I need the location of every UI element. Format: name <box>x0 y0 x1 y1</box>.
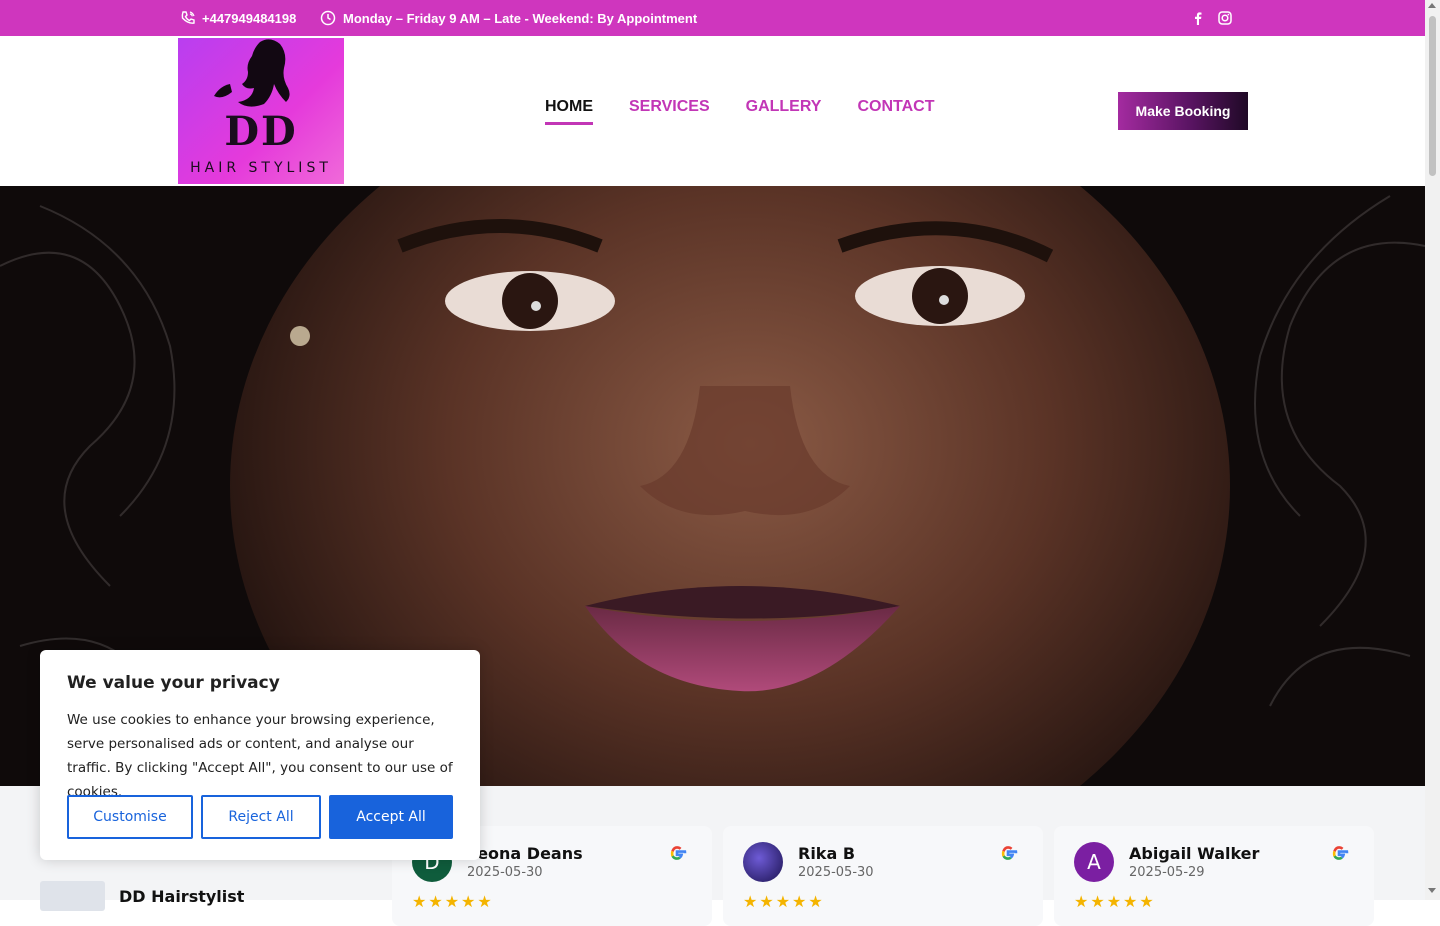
review-date: 2025-05-29 <box>1129 865 1205 880</box>
rating-stars: ★★★★★ <box>743 894 825 911</box>
silhouette-icon <box>214 39 290 107</box>
business-thumbnail <box>40 881 105 911</box>
reviewer-name: Leona Deans <box>467 844 583 863</box>
page-scrollbar[interactable] <box>1425 0 1440 900</box>
review-card: A Abigail Walker 2025-05-29 ★★★★★ <box>1054 826 1374 926</box>
phone-number[interactable]: +447949484198 <box>202 11 296 26</box>
customise-button[interactable]: Customise <box>67 795 193 839</box>
nav-gallery[interactable]: GALLERY <box>746 98 822 125</box>
avatar <box>743 842 783 882</box>
nav-home[interactable]: HOME <box>545 98 593 125</box>
instagram-icon[interactable] <box>1218 11 1232 25</box>
logo-letters: DD <box>224 108 298 155</box>
review-card: Rika B 2025-05-30 ★★★★★ <box>723 826 1043 926</box>
rating-stars: ★★★★★ <box>1074 894 1156 911</box>
cookie-body: We use cookies to enhance your browsing … <box>67 712 453 800</box>
top-bar: +447949484198 Monday – Friday 9 AM – Lat… <box>0 0 1425 36</box>
facebook-icon[interactable] <box>1192 11 1204 25</box>
rating-stars: ★★★★★ <box>412 894 494 911</box>
phone-icon <box>180 10 196 26</box>
cookie-title: We value your privacy <box>67 673 280 693</box>
reject-all-button[interactable]: Reject All <box>201 795 321 839</box>
clock-icon <box>320 10 336 26</box>
nav-services[interactable]: SERVICES <box>629 98 710 125</box>
google-icon <box>667 843 687 868</box>
review-date: 2025-05-30 <box>467 865 543 880</box>
opening-hours: Monday – Friday 9 AM – Late - Weekend: B… <box>320 0 697 36</box>
google-icon <box>1329 843 1349 868</box>
logo-subtitle: HAIR STYLIST <box>190 160 332 176</box>
avatar: A <box>1074 842 1114 882</box>
social-links <box>1192 0 1232 36</box>
google-icon <box>998 843 1018 868</box>
reviewer-name: Rika B <box>798 844 856 863</box>
scroll-up-icon[interactable] <box>1428 3 1436 8</box>
business-summary: DD Hairstylist <box>40 881 244 911</box>
scroll-down-icon[interactable] <box>1428 888 1436 893</box>
phone-contact[interactable]: +447949484198 <box>180 0 296 36</box>
make-booking-button[interactable]: Make Booking <box>1118 92 1248 130</box>
scroll-thumb[interactable] <box>1429 16 1436 176</box>
main-nav: HOME SERVICES GALLERY CONTACT <box>545 98 935 125</box>
accept-all-button[interactable]: Accept All <box>329 795 453 839</box>
hours-text: Monday – Friday 9 AM – Late - Weekend: B… <box>343 10 698 26</box>
nav-contact[interactable]: CONTACT <box>857 98 934 125</box>
reviewer-name: Abigail Walker <box>1129 844 1260 863</box>
site-header: DD HAIR STYLIST HOME SERVICES GALLERY CO… <box>0 36 1425 186</box>
cookie-consent-dialog: We value your privacy We use cookies to … <box>40 650 480 860</box>
review-date: 2025-05-30 <box>798 865 874 880</box>
site-logo[interactable]: DD HAIR STYLIST <box>178 38 344 184</box>
business-name: DD Hairstylist <box>119 886 245 906</box>
